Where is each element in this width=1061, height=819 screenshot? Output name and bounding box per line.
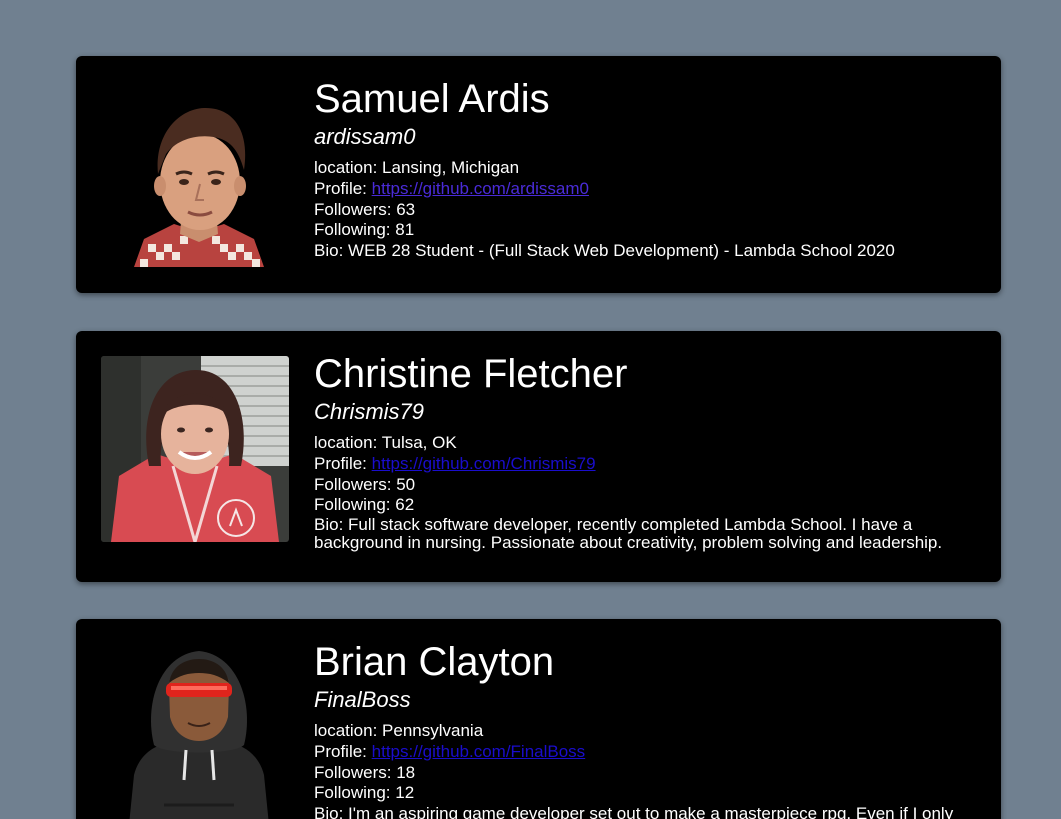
profile-line: Profile: https://github.com/FinalBoss xyxy=(314,742,971,763)
user-info: Brian Clayton FinalBoss location: Pennsy… xyxy=(314,637,971,819)
avatar xyxy=(124,645,274,819)
user-name: Brian Clayton xyxy=(314,640,555,684)
page: Samuel Ardis ardissam0 location: Lansing… xyxy=(0,0,1061,819)
location-line: location: Lansing, Michigan xyxy=(314,158,971,179)
following-line: Following: 62 xyxy=(314,495,971,516)
profile-link[interactable]: https://github.com/FinalBoss xyxy=(372,742,586,761)
user-card: Brian Clayton FinalBoss location: Pennsy… xyxy=(76,619,1001,819)
bio-line: Bio: WEB 28 Student - (Full Stack Web De… xyxy=(314,241,971,262)
followers-count: 63 xyxy=(396,199,416,219)
profile-link[interactable]: https://github.com/ardissam0 xyxy=(372,179,589,198)
followers-label: Followers: xyxy=(314,762,397,782)
following-label: Following: xyxy=(314,220,396,240)
avatar xyxy=(134,104,264,267)
bio-label: Bio: xyxy=(314,515,349,535)
location-value: Pennsylvania xyxy=(382,721,484,740)
following-label: Following: xyxy=(314,783,396,803)
following-count: 62 xyxy=(395,495,415,515)
bio-text: Full stack software developer, recently … xyxy=(314,515,943,553)
user-login: Chrismis79 xyxy=(314,399,425,424)
followers-line: Followers: 18 xyxy=(314,763,971,784)
location-line: location: Tulsa, OK xyxy=(314,433,971,454)
profile-label: Profile: xyxy=(314,453,372,473)
avatar-portrait-illustration xyxy=(134,107,264,267)
following-label: Following: xyxy=(314,495,396,515)
followers-line: Followers: 63 xyxy=(314,200,971,221)
location-line: location: Pennsylvania xyxy=(314,721,971,742)
following-count: 12 xyxy=(395,783,415,803)
user-login: ardissam0 xyxy=(314,124,416,149)
user-info: Samuel Ardis ardissam0 location: Lansing… xyxy=(314,74,971,262)
followers-label: Followers: xyxy=(314,474,397,494)
profile-label: Profile: xyxy=(314,178,372,198)
bio-label: Bio: xyxy=(314,241,349,261)
bio-line: Bio: I'm an aspiring game developer set … xyxy=(314,804,971,819)
user-card: Samuel Ardis ardissam0 location: Lansing… xyxy=(76,56,1001,293)
avatar-photo xyxy=(101,356,289,542)
location-label: location: xyxy=(314,433,382,452)
profile-label: Profile: xyxy=(314,741,372,761)
following-line: Following: 12 xyxy=(314,783,971,804)
user-name: Christine Fletcher xyxy=(314,352,628,396)
location-label: location: xyxy=(314,721,383,740)
avatar xyxy=(101,356,289,542)
profile-line: Profile: https://github.com/Chrismis79 xyxy=(314,454,971,475)
bio-line: Bio: Full stack software developer, rece… xyxy=(314,516,971,552)
location-value: Lansing, Michigan xyxy=(382,158,520,177)
avatar-hooded-character xyxy=(129,651,269,819)
following-line: Following: 81 xyxy=(314,220,971,241)
followers-count: 50 xyxy=(396,474,416,494)
following-count: 81 xyxy=(395,220,415,240)
location-label: location: xyxy=(314,158,383,177)
user-login: FinalBoss xyxy=(314,687,411,712)
user-name: Samuel Ardis xyxy=(314,77,550,121)
profile-line: Profile: https://github.com/ardissam0 xyxy=(314,179,971,200)
followers-line: Followers: 50 xyxy=(314,475,971,496)
bio-text: I'm an aspiring game developer set out t… xyxy=(348,804,954,819)
bio-text: WEB 28 Student - (Full Stack Web Develop… xyxy=(348,241,895,261)
followers-label: Followers: xyxy=(314,199,397,219)
user-info: Christine Fletcher Chrismis79 location: … xyxy=(314,349,971,552)
location-value: Tulsa, OK xyxy=(381,433,457,452)
profile-link[interactable]: https://github.com/Chrismis79 xyxy=(372,454,596,473)
bio-label: Bio: xyxy=(314,804,349,819)
followers-count: 18 xyxy=(396,762,416,782)
user-card: Christine Fletcher Chrismis79 location: … xyxy=(76,331,1001,582)
